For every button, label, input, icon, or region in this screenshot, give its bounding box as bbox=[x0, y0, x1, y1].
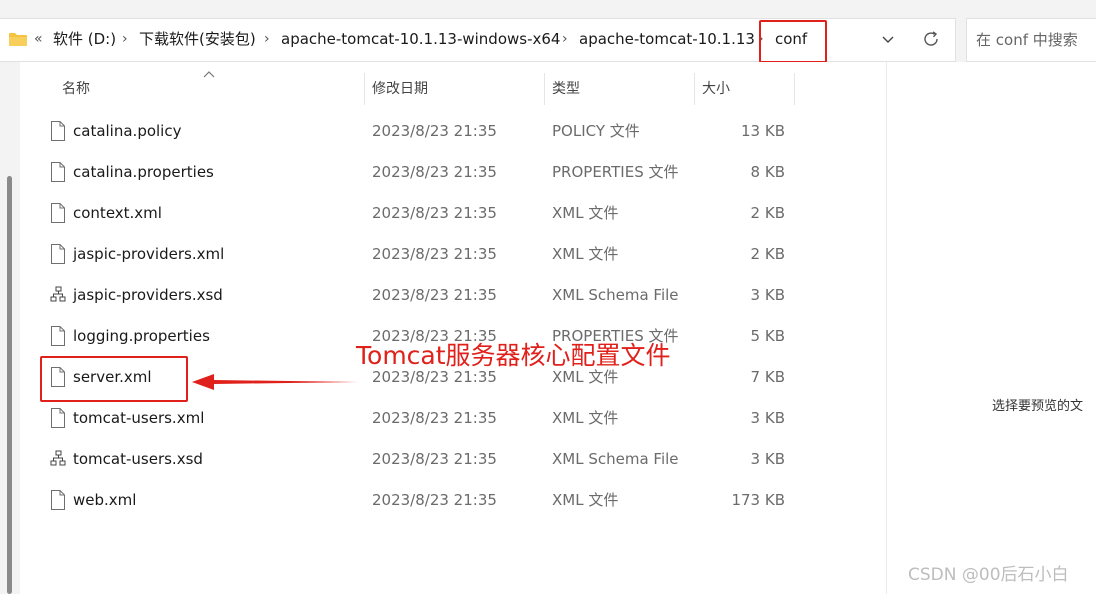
file-size: 2 KB bbox=[750, 245, 785, 263]
file-type: XML Schema File bbox=[552, 450, 679, 468]
refresh-icon[interactable] bbox=[922, 30, 940, 48]
file-row[interactable]: jaspic-providers.xml 2023/8/23 21:35 XML 文… bbox=[44, 233, 804, 274]
file-icon bbox=[50, 326, 66, 346]
breadcrumb-separator[interactable]: › bbox=[122, 29, 128, 49]
scrollbar-thumb[interactable] bbox=[7, 176, 12, 594]
file-size: 3 KB bbox=[750, 450, 785, 468]
file-name[interactable]: tomcat-users.xsd bbox=[73, 449, 203, 469]
file-row[interactable]: context.xml 2023/8/23 21:35 XML 文件 2 KB bbox=[44, 192, 804, 233]
file-row[interactable]: catalina.policy 2023/8/23 21:35 POLICY 文件 1… bbox=[44, 110, 804, 151]
highlight-box-server-xml bbox=[40, 356, 188, 402]
column-divider[interactable] bbox=[794, 73, 795, 105]
file-size: 2 KB bbox=[750, 204, 785, 222]
column-header-name[interactable]: 名称 bbox=[62, 80, 90, 98]
column-header-size[interactable]: 大小 bbox=[702, 80, 730, 98]
file-row[interactable]: tomcat-users.xml 2023/8/23 21:35 XML 文件 3 K… bbox=[44, 397, 804, 438]
file-size: 13 KB bbox=[741, 122, 785, 140]
file-type: XML 文件 bbox=[552, 204, 619, 222]
file-date: 2023/8/23 21:35 bbox=[372, 409, 497, 427]
file-name[interactable]: web.xml bbox=[73, 490, 136, 510]
schema-file-icon bbox=[50, 449, 66, 469]
file-icon bbox=[50, 203, 66, 223]
preview-pane bbox=[886, 62, 1096, 594]
file-size: 5 KB bbox=[750, 327, 785, 345]
breadcrumb-tomcat[interactable]: apache-tomcat-10.1.13 bbox=[579, 29, 755, 49]
file-size: 173 KB bbox=[731, 491, 785, 509]
file-date: 2023/8/23 21:35 bbox=[372, 450, 497, 468]
column-header-type[interactable]: 类型 bbox=[552, 80, 580, 98]
annotation-text: Tomcat服务器核心配置文件 bbox=[356, 341, 671, 370]
breadcrumb-download-software[interactable]: 下载软件(安装包) bbox=[139, 29, 256, 49]
file-name[interactable]: jaspic-providers.xsd bbox=[73, 285, 223, 305]
file-row[interactable]: jaspic-providers.xsd 2023/8/23 21:35 XML S… bbox=[44, 274, 804, 315]
file-size: 3 KB bbox=[750, 409, 785, 427]
highlight-box-conf bbox=[759, 20, 827, 63]
file-type: XML Schema File bbox=[552, 286, 679, 304]
file-row[interactable]: catalina.properties 2023/8/23 21:35 PROPER… bbox=[44, 151, 804, 192]
file-name[interactable]: jaspic-providers.xml bbox=[73, 244, 224, 264]
file-size: 8 KB bbox=[750, 163, 785, 181]
file-row[interactable]: web.xml 2023/8/23 21:35 XML 文件 173 KB bbox=[44, 479, 804, 520]
file-date: 2023/8/23 21:35 bbox=[372, 204, 497, 222]
preview-placeholder-text: 选择要预览的文 bbox=[992, 399, 1084, 414]
file-date: 2023/8/23 21:35 bbox=[372, 286, 497, 304]
annotation-arrow-icon bbox=[192, 374, 358, 390]
chevron-down-icon[interactable] bbox=[880, 31, 896, 47]
watermark: CSDN @00后石小白 bbox=[908, 565, 1069, 585]
file-name[interactable]: context.xml bbox=[73, 203, 162, 223]
file-type: XML 文件 bbox=[552, 491, 619, 509]
file-type: POLICY 文件 bbox=[552, 122, 640, 140]
file-size: 7 KB bbox=[750, 368, 785, 386]
breadcrumb-separator[interactable]: › bbox=[264, 29, 270, 49]
file-name[interactable]: catalina.policy bbox=[73, 121, 181, 141]
breadcrumb-overflow-icon[interactable]: « bbox=[34, 29, 43, 49]
file-row[interactable]: tomcat-users.xsd 2023/8/23 21:35 XML Schem… bbox=[44, 438, 804, 479]
file-icon bbox=[50, 408, 66, 428]
breadcrumb-separator[interactable]: › bbox=[562, 29, 568, 49]
file-date: 2023/8/23 21:35 bbox=[372, 245, 497, 263]
file-type: XML 文件 bbox=[552, 245, 619, 263]
search-input[interactable]: 在 conf 中搜索 bbox=[976, 30, 1078, 50]
file-date: 2023/8/23 21:35 bbox=[372, 491, 497, 509]
file-icon bbox=[50, 162, 66, 182]
column-header-date[interactable]: 修改日期 bbox=[372, 80, 428, 98]
file-type: PROPERTIES 文件 bbox=[552, 163, 679, 181]
column-divider[interactable] bbox=[694, 73, 695, 105]
file-date: 2023/8/23 21:35 bbox=[372, 122, 497, 140]
column-divider[interactable] bbox=[544, 73, 545, 105]
file-icon bbox=[50, 121, 66, 141]
file-icon bbox=[50, 244, 66, 264]
file-name[interactable]: catalina.properties bbox=[73, 162, 214, 182]
file-date: 2023/8/23 21:35 bbox=[372, 163, 497, 181]
folder-icon bbox=[9, 33, 27, 46]
breadcrumb-tomcat-windows[interactable]: apache-tomcat-10.1.13-windows-x64 bbox=[281, 29, 560, 49]
column-divider[interactable] bbox=[364, 73, 365, 105]
file-name[interactable]: tomcat-users.xml bbox=[73, 408, 204, 428]
schema-file-icon bbox=[50, 285, 66, 305]
file-size: 3 KB bbox=[750, 286, 785, 304]
sort-ascending-icon bbox=[203, 71, 215, 78]
file-icon bbox=[50, 490, 66, 510]
file-name[interactable]: logging.properties bbox=[73, 326, 210, 346]
breadcrumb-drive-d[interactable]: 软件 (D:) bbox=[53, 29, 116, 49]
file-type: XML 文件 bbox=[552, 409, 619, 427]
